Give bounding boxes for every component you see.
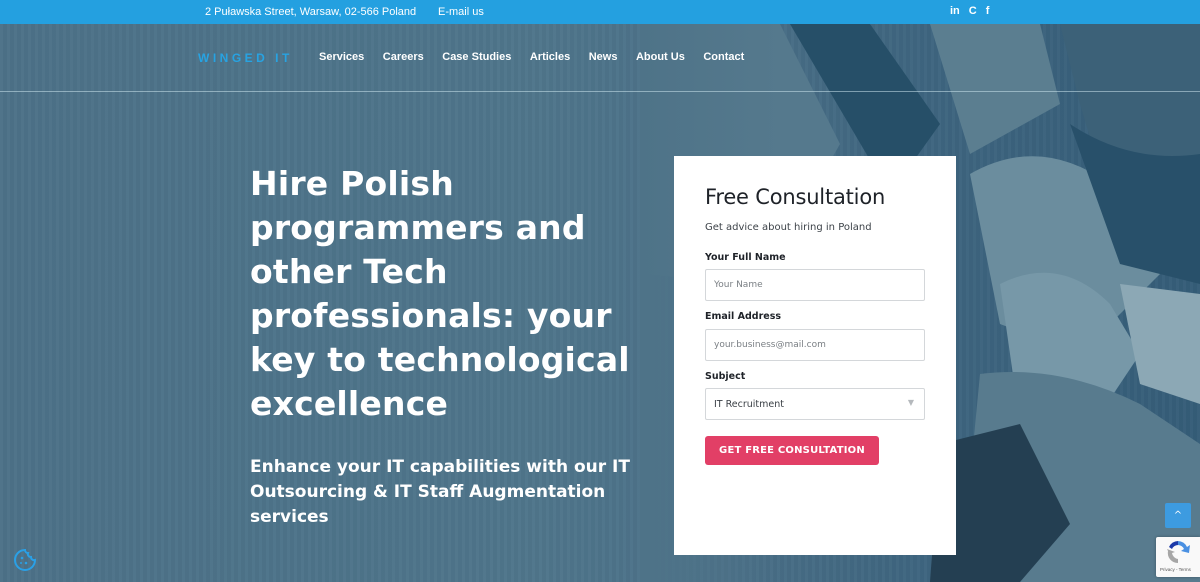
form-subtitle: Get advice about hiring in Poland: [705, 222, 872, 233]
social-links: in C f: [950, 4, 989, 18]
nav-item-services[interactable]: Services: [319, 51, 364, 63]
nav-item-news[interactable]: News: [589, 51, 618, 63]
nav-item-articles[interactable]: Articles: [530, 51, 570, 63]
email-input[interactable]: [705, 329, 925, 361]
subject-label: Subject: [705, 371, 746, 382]
main-nav: WINGED IT Services Careers Case Studies …: [0, 24, 1200, 91]
chevron-up-icon: ^: [1173, 510, 1183, 521]
nav-divider: [0, 91, 1200, 92]
form-title: Free Consultation: [705, 185, 886, 209]
subject-select[interactable]: IT Recruitment ▼: [705, 388, 925, 420]
nav-menu: Services Careers Case Studies Articles N…: [319, 51, 763, 63]
logo[interactable]: WINGED IT: [198, 51, 293, 65]
email-label: Email Address: [705, 311, 782, 322]
chevron-down-icon: ▼: [907, 398, 914, 407]
hero-headline: Hire Polish programmers and other Tech p…: [250, 164, 630, 423]
address-text: 2 Puławska Street, Warsaw, 02-566 Poland: [205, 6, 417, 18]
clutch-icon[interactable]: C: [969, 4, 977, 18]
subject-selected-value: IT Recruitment: [714, 399, 785, 410]
facebook-icon[interactable]: f: [986, 4, 990, 18]
recaptcha-terms: Privacy - Terms: [1160, 567, 1191, 572]
hero-subheadline: Enhance your IT capabilities with our IT…: [250, 457, 630, 527]
linkedin-icon[interactable]: in: [950, 4, 960, 18]
email-us-link[interactable]: E-mail us: [438, 6, 484, 18]
top-bar: 2 Puławska Street, Warsaw, 02-566 Poland…: [0, 0, 1200, 24]
consultation-form: Free Consultation Get advice about hirin…: [674, 156, 956, 555]
nav-item-case-studies[interactable]: Case Studies: [442, 51, 511, 63]
full-name-label: Your Full Name: [705, 252, 786, 263]
scroll-to-top-button[interactable]: ^: [1165, 503, 1191, 528]
nav-item-about-us[interactable]: About Us: [636, 51, 685, 63]
cookie-settings-icon[interactable]: [13, 548, 37, 572]
recaptcha-icon: [1167, 541, 1190, 564]
nav-item-contact[interactable]: Contact: [703, 51, 744, 63]
nav-item-careers[interactable]: Careers: [383, 51, 424, 63]
full-name-input[interactable]: [705, 269, 925, 301]
get-free-consultation-button[interactable]: GET FREE CONSULTATION: [705, 436, 879, 465]
recaptcha-badge[interactable]: Privacy - Terms: [1156, 537, 1200, 577]
